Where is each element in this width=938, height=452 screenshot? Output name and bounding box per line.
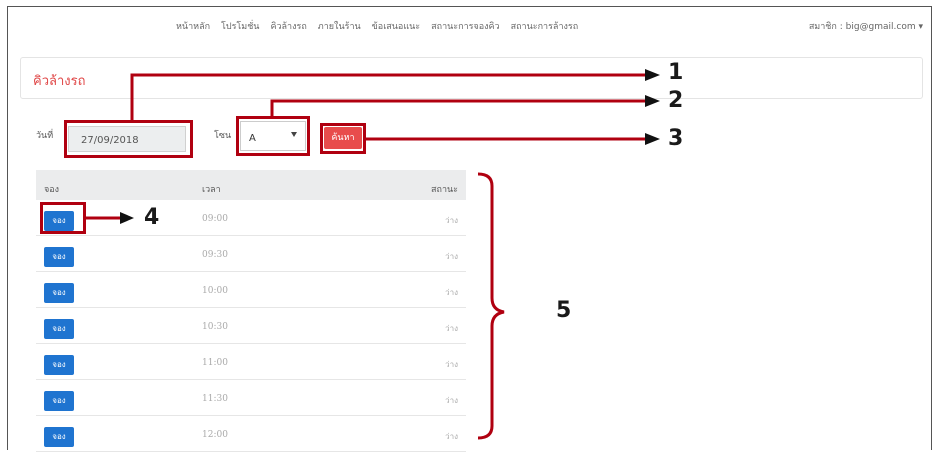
row-status: ว่าง — [445, 396, 458, 405]
user-menu-dropdown[interactable]: สมาชิก : big@gmail.com ▾ — [809, 19, 923, 33]
date-input[interactable]: 27/09/2018 — [68, 126, 186, 152]
table-row: จอง 09:00 ว่าง — [36, 200, 466, 236]
row-time: 09:30 — [202, 250, 228, 260]
nav-wash-status[interactable]: สถานะการล้างรถ — [511, 19, 579, 33]
row-time: 11:00 — [202, 358, 228, 368]
zone-select[interactable]: A — [240, 121, 306, 151]
table-row: จอง 10:00 ว่าง — [36, 272, 466, 308]
table-row: จอง 10:30 ว่าง — [36, 308, 466, 344]
row-status: ว่าง — [445, 252, 458, 261]
nav-booking-status[interactable]: สถานะการจองคิว — [431, 19, 499, 33]
callout-2: 2 — [668, 88, 684, 113]
book-button[interactable]: จอง — [44, 283, 74, 303]
top-navbar: หน้าหลัก โปรโมชั่น คิวล้างรถ ภายในร้าน ข… — [8, 7, 931, 45]
nav-links: หน้าหลัก โปรโมชั่น คิวล้างรถ ภายในร้าน ข… — [176, 19, 578, 33]
row-time: 10:30 — [202, 322, 228, 332]
zone-label: โซน — [214, 131, 232, 141]
table-row: จอง 11:30 ว่าง — [36, 380, 466, 416]
book-button[interactable]: จอง — [44, 211, 74, 231]
book-button[interactable]: จอง — [44, 355, 74, 375]
table-header: จอง เวลา สถานะ — [36, 170, 466, 200]
date-label: วันที่ — [36, 131, 54, 141]
queue-table: จอง เวลา สถานะ จอง 09:00 ว่าง จอง 09:30 … — [36, 170, 466, 452]
book-button[interactable]: จอง — [44, 247, 74, 267]
nav-home[interactable]: หน้าหลัก — [176, 19, 210, 33]
nav-inside-shop[interactable]: ภายในร้าน — [318, 19, 361, 33]
row-status: ว่าง — [445, 216, 458, 225]
header-time: เวลา — [202, 185, 221, 195]
callout-5: 5 — [556, 298, 572, 323]
row-time: 09:00 — [202, 214, 228, 224]
nav-promotion[interactable]: โปรโมชั่น — [221, 19, 259, 33]
table-row: จอง 12:00 ว่าง — [36, 416, 466, 452]
row-status: ว่าง — [445, 288, 458, 297]
row-time: 10:00 — [202, 286, 228, 296]
nav-suggestions[interactable]: ข้อเสนอแนะ — [372, 19, 420, 33]
row-time: 12:00 — [202, 430, 228, 440]
book-button[interactable]: จอง — [44, 319, 74, 339]
table-row: จอง 09:30 ว่าง — [36, 236, 466, 272]
book-button[interactable]: จอง — [44, 391, 74, 411]
book-button[interactable]: จอง — [44, 427, 74, 447]
search-button[interactable]: ค้นหา — [324, 127, 362, 149]
caret-down-icon — [291, 132, 297, 137]
page-title: คิวล้างรถ — [33, 74, 86, 89]
callout-1: 1 — [668, 60, 684, 85]
header-book: จอง — [44, 185, 60, 195]
row-time: 11:30 — [202, 394, 228, 404]
header-status: สถานะ — [431, 185, 458, 195]
table-row: จอง 11:00 ว่าง — [36, 344, 466, 380]
callout-3: 3 — [668, 126, 684, 151]
zone-selected-value: A — [249, 133, 256, 144]
row-status: ว่าง — [445, 432, 458, 441]
page-title-panel: คิวล้างรถ — [20, 57, 923, 99]
row-status: ว่าง — [445, 360, 458, 369]
row-status: ว่าง — [445, 324, 458, 333]
callout-4: 4 — [144, 205, 160, 230]
nav-wash-queue[interactable]: คิวล้างรถ — [270, 19, 306, 33]
